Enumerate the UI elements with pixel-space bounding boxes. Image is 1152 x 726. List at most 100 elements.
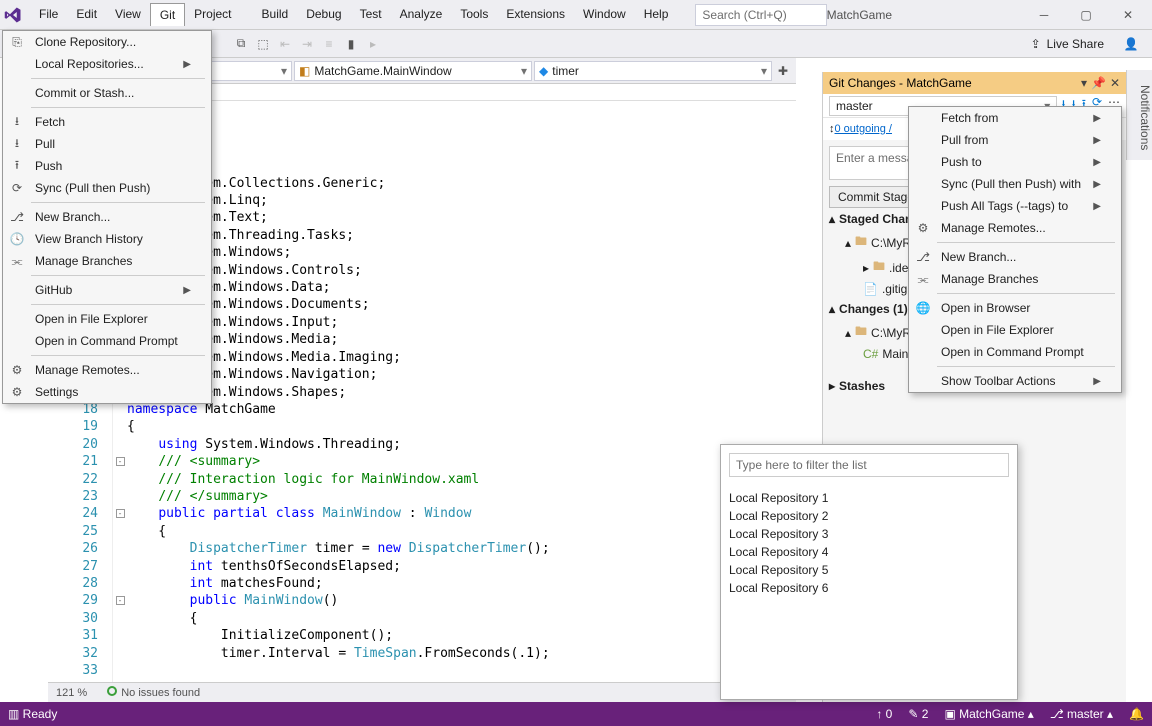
status-branch[interactable]: ⎇ master ▴ — [1050, 707, 1113, 721]
live-share-button[interactable]: ⇪ Live Share — [1031, 37, 1104, 51]
menu-extensions[interactable]: Extensions — [497, 3, 574, 26]
menu-item-view-branch-history[interactable]: 🕓View Branch History — [3, 228, 211, 250]
maximize-button[interactable]: ▢ — [1066, 0, 1106, 30]
close-button[interactable]: ✕ — [1108, 0, 1148, 30]
code-area[interactable]: ;using System.Collections.Generic;using … — [127, 101, 796, 684]
submenu-arrow-icon: ▶ — [183, 285, 191, 296]
menu-debug[interactable]: Debug — [297, 3, 350, 26]
repo-list-item[interactable]: Local Repository 3 — [729, 525, 1009, 543]
menu-item-sync-pull-then-push[interactable]: ⟳Sync (Pull then Push) — [3, 177, 211, 199]
menu-git[interactable]: Git — [150, 3, 185, 26]
status-repo[interactable]: ▣ MatchGame ▴ — [944, 707, 1033, 721]
close-panel-icon[interactable]: ✕ — [1110, 76, 1120, 90]
menu-item-commit-or-stash[interactable]: Commit or Stash... — [3, 82, 211, 104]
menu-edit[interactable]: Edit — [67, 3, 106, 26]
menu-item-fetch-from[interactable]: Fetch from▶ — [909, 107, 1121, 129]
repo-list-item[interactable]: Local Repository 4 — [729, 543, 1009, 561]
menu-item-open-in-command-prompt[interactable]: Open in Command Prompt — [909, 341, 1121, 363]
search-input[interactable]: Search (Ctrl+Q) — [695, 4, 826, 26]
split-icon[interactable]: ✚ — [774, 62, 792, 80]
menu-tools[interactable]: Tools — [451, 3, 497, 26]
manage-icon: ⫘ — [915, 272, 931, 287]
submenu-arrow-icon: ▶ — [183, 59, 191, 70]
local-repositories-popup: Type here to filter the list Local Repos… — [720, 444, 1018, 700]
repo-list-item[interactable]: Local Repository 1 — [729, 489, 1009, 507]
status-incoming[interactable]: ✎ 2 — [908, 707, 928, 721]
issues-indicator[interactable]: No issues found — [107, 686, 200, 699]
menubar: File Edit View Git Project Build Debug T… — [30, 3, 677, 26]
menu-item-manage-branches[interactable]: ⫘Manage Branches — [3, 250, 211, 272]
comment-icon[interactable]: ≡ — [320, 35, 338, 53]
outgoing-link[interactable]: 0 outgoing / — [835, 123, 893, 135]
menu-item-pull[interactable]: ⭳Pull — [3, 133, 211, 155]
menu-build[interactable]: Build — [253, 3, 298, 26]
status-outgoing[interactable]: ↑ 0 — [876, 707, 892, 721]
git-actions-menu: Fetch from▶Pull from▶Push to▶Sync (Pull … — [908, 106, 1122, 393]
next-icon[interactable]: ▸ — [364, 35, 382, 53]
menu-item-manage-remotes[interactable]: ⚙Manage Remotes... — [3, 359, 211, 381]
branch-icon: ⎇ — [9, 210, 25, 224]
menu-item-manage-branches[interactable]: ⫘ Manage Branches — [909, 268, 1121, 290]
menu-item-push-to[interactable]: Push to▶ — [909, 151, 1121, 173]
settings-icon: ⚙ — [9, 385, 25, 399]
file-icon: 📄 — [863, 282, 878, 296]
menu-project[interactable]: Project — [185, 3, 240, 26]
indent-icon[interactable]: ⇤ — [276, 35, 294, 53]
class-combo[interactable]: ◧MatchGame.MainWindow▾ — [294, 61, 532, 81]
menu-item-show-toolbar-actions[interactable]: Show Toolbar Actions▶ — [909, 370, 1121, 392]
menu-item-new-branch[interactable]: ⎇New Branch... — [3, 206, 211, 228]
menu-item-sync-pull-then-push-with[interactable]: Sync (Pull then Push) with▶ — [909, 173, 1121, 195]
menu-item-label: View Branch History — [35, 232, 143, 246]
menu-item-new-branch[interactable]: ⎇New Branch... — [909, 246, 1121, 268]
outdent-icon[interactable]: ⇥ — [298, 35, 316, 53]
zoom-level[interactable]: 121 % — [56, 687, 87, 699]
menu-item-open-in-file-explorer[interactable]: Open in File Explorer — [3, 308, 211, 330]
menu-item-pull-from[interactable]: Pull from▶ — [909, 129, 1121, 151]
bookmark-icon[interactable]: ▮ — [342, 35, 360, 53]
repo-list-item[interactable]: Local Repository 5 — [729, 561, 1009, 579]
remotes-icon: ⚙ — [9, 363, 25, 377]
editor-statusbar: 121 % No issues found Ln: 16 — [48, 682, 796, 702]
pin-panel-icon[interactable]: 📌 — [1091, 76, 1106, 90]
menu-item-open-in-browser[interactable]: 🌐Open in Browser — [909, 297, 1121, 319]
pin-icon[interactable]: ▾ — [1081, 76, 1087, 90]
folder-icon: 🖿 — [855, 322, 867, 343]
menu-item-clone-repository[interactable]: ⎘Clone Repository... — [3, 31, 211, 53]
menu-item-label: Sync (Pull then Push) — [35, 181, 150, 195]
member-combo[interactable]: ◆timer▾ — [534, 61, 772, 81]
menu-item-label: Local Repositories... — [35, 57, 144, 71]
menu-item-fetch[interactable]: ⭳Fetch — [3, 111, 211, 133]
menu-item-open-in-command-prompt[interactable]: Open in Command Prompt — [3, 330, 211, 352]
copy-icon[interactable]: ⧉ — [232, 35, 250, 53]
repo-list-item[interactable]: Local Repository 2 — [729, 507, 1009, 525]
menu-item-label: Manage Branches — [35, 254, 132, 268]
menu-view[interactable]: View — [106, 3, 150, 26]
notifications-tab[interactable]: Notifications — [1126, 70, 1152, 160]
menu-help[interactable]: Help — [635, 3, 678, 26]
menu-item-manage-remotes[interactable]: ⚙Manage Remotes... — [909, 217, 1121, 239]
selection-icon[interactable]: ⬚ — [254, 35, 272, 53]
menu-item-label: Manage Branches — [941, 272, 1038, 286]
user-icon[interactable]: 👤 — [1122, 35, 1140, 53]
menu-analyze[interactable]: Analyze — [391, 3, 452, 26]
menu-item-push[interactable]: ⭱Push — [3, 155, 211, 177]
menu-item-push-all-tags-tags-to[interactable]: Push All Tags (--tags) to▶ — [909, 195, 1121, 217]
menu-item-label: Fetch — [35, 115, 65, 129]
repo-list-item[interactable]: Local Repository 6 — [729, 579, 1009, 597]
panel-title: Git Changes - MatchGame ▾ 📌 ✕ — [823, 72, 1126, 94]
menu-file[interactable]: File — [30, 3, 67, 26]
csharp-file-icon: C# — [863, 347, 878, 361]
minimize-button[interactable]: ─ — [1024, 0, 1064, 30]
menu-item-open-in-file-explorer[interactable]: Open in File Explorer — [909, 319, 1121, 341]
status-bell-icon[interactable]: 🔔 — [1129, 707, 1144, 721]
menu-window[interactable]: Window — [574, 3, 635, 26]
menu-item-github[interactable]: GitHub▶ — [3, 279, 211, 301]
folder-icon: 🖿 — [873, 257, 885, 278]
branch-icon: ⎇ — [915, 250, 931, 264]
menu-item-local-repositories[interactable]: Local Repositories... ▶ — [3, 53, 211, 75]
menu-test[interactable]: Test — [351, 3, 391, 26]
titlebar: File Edit View Git Project Build Debug T… — [0, 0, 1152, 30]
menu-item-label: Pull — [35, 137, 55, 151]
repo-filter-input[interactable]: Type here to filter the list — [729, 453, 1009, 477]
menu-item-settings[interactable]: ⚙Settings — [3, 381, 211, 403]
